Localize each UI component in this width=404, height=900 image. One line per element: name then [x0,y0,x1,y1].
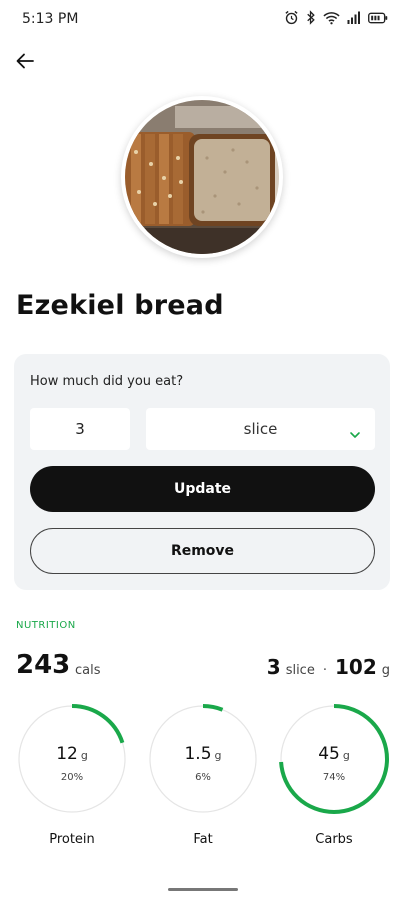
calories-value: 243 [16,650,71,680]
status-bar: 5:13 PM [0,0,404,40]
bluetooth-icon [306,10,316,25]
home-indicator[interactable] [168,888,238,891]
macro-amount-value: 45 [318,744,340,764]
serving-unit: slice [285,663,315,678]
battery-icon [368,12,388,24]
macro-ring: 12 g 20% [17,704,127,814]
macro-amount: 1.5 g [148,744,258,764]
serving-weight: 102 [334,655,377,679]
calories-row: 243 cals 3 slice · 102 g [16,650,390,684]
unit-select-value: slice [243,420,278,438]
wifi-icon [323,11,340,25]
nutrition-heading: NUTRITION [16,620,76,631]
serving-weight-unit: g [381,663,390,678]
status-icons [284,10,388,25]
alarm-icon [284,10,299,25]
macro-amount-unit: g [214,749,222,762]
food-title: Ezekiel bread [16,290,224,321]
macro-amount-value: 1.5 [184,744,212,764]
macro-carbs: 45 g 74% Carbs [279,704,389,847]
macro-fat: 1.5 g 6% Fat [148,704,258,847]
portion-card: How much did you eat? slice Update Remov… [14,354,390,590]
macro-amount-unit: g [342,749,350,762]
status-time: 5:13 PM [22,11,79,27]
macro-ring: 45 g 74% [279,704,389,814]
macro-label: Protein [49,832,95,847]
portion-question: How much did you eat? [30,374,184,389]
serving-count: 3 [266,655,281,679]
arrow-left-icon [13,49,37,77]
macro-amount-value: 12 [56,744,78,764]
serving-separator: · [322,663,327,678]
calories-unit: cals [75,663,101,678]
unit-select[interactable]: slice [146,408,375,450]
macro-percent: 74% [322,772,346,783]
macro-amount: 12 g [17,744,127,764]
macro-percent: 6% [195,772,211,783]
serving-info: 3 slice · 102 g [267,655,390,679]
macro-amount-unit: g [80,749,88,762]
macro-percent: 20% [60,772,84,783]
remove-button[interactable]: Remove [30,528,375,574]
macro-label: Carbs [315,832,353,847]
macro-protein: 12 g 20% Protein [17,704,127,847]
chevron-down-icon [349,424,361,443]
food-photo [121,96,283,258]
back-button[interactable] [10,48,40,78]
update-button[interactable]: Update [30,466,375,512]
macro-ring: 1.5 g 6% [148,704,258,814]
signal-icon [347,11,361,24]
macro-label: Fat [193,832,213,847]
macro-amount: 45 g [279,744,389,764]
quantity-input[interactable] [30,408,130,450]
